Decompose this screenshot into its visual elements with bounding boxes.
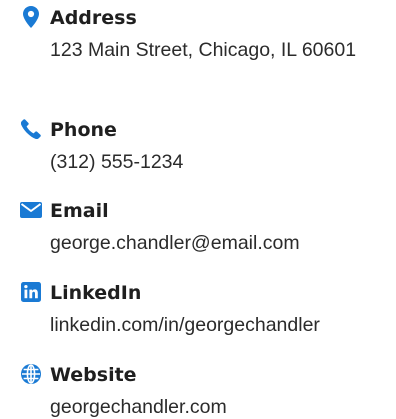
- phone-label: Phone: [50, 119, 117, 141]
- contact-list: Address 123 Main Street, Chicago, IL 606…: [0, 0, 396, 419]
- website-label: Website: [50, 364, 137, 386]
- globe-icon: [20, 363, 42, 385]
- address-label: Address: [50, 7, 137, 29]
- website-value: georgechandler.com: [50, 396, 227, 418]
- email-value: george.chandler@email.com: [50, 232, 300, 254]
- phone-icon: [20, 118, 42, 140]
- linkedin-value: linkedin.com/in/georgechandler: [50, 314, 320, 336]
- map-pin-icon: [20, 6, 42, 28]
- linkedin-label: LinkedIn: [50, 282, 142, 304]
- email-label: Email: [50, 200, 109, 222]
- address-value: 123 Main Street, Chicago, IL 60601: [50, 39, 357, 61]
- linkedin-icon: [20, 281, 42, 303]
- envelope-icon: [20, 199, 42, 221]
- phone-value: (312) 555-1234: [50, 151, 184, 173]
